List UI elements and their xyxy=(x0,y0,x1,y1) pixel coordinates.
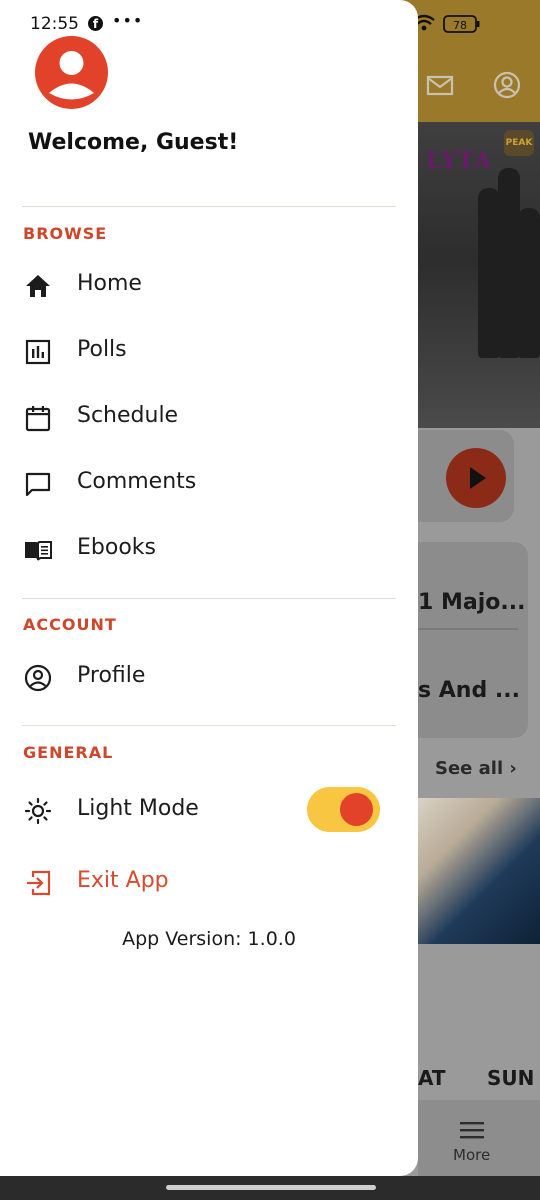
calendar-icon xyxy=(25,406,51,432)
status-time: 12:55 xyxy=(30,14,79,34)
poll-icon xyxy=(25,339,51,365)
book-icon xyxy=(25,541,52,561)
comment-icon xyxy=(25,472,51,497)
nav-item-light-mode[interactable]: Light Mode xyxy=(0,783,300,839)
play-button[interactable] xyxy=(446,448,506,508)
home-indicator[interactable] xyxy=(166,1185,376,1190)
card-divider xyxy=(418,628,518,630)
battery-icon: 78 xyxy=(443,15,480,33)
divider xyxy=(22,598,396,599)
exit-icon xyxy=(27,870,51,896)
divider xyxy=(22,206,396,207)
nav-item-label: Ebooks xyxy=(77,535,156,560)
nav-item-schedule[interactable]: Schedule xyxy=(0,390,418,446)
more-notifications-icon: ••• xyxy=(112,11,144,30)
news-card[interactable] xyxy=(418,542,528,738)
nav-item-label: Exit App xyxy=(77,868,169,893)
hero-figure xyxy=(498,168,520,358)
section-browse: BROWSE xyxy=(23,224,108,243)
nav-item-label: Light Mode xyxy=(77,796,199,821)
menu-icon[interactable] xyxy=(458,1120,486,1140)
account-icon[interactable] xyxy=(492,70,522,100)
hero-figure xyxy=(518,208,540,358)
divider xyxy=(22,725,396,726)
nav-item-exit-app[interactable]: Exit App xyxy=(0,855,418,911)
nav-item-label: Profile xyxy=(77,663,146,688)
hero-text: LYTA xyxy=(426,148,493,174)
mail-icon[interactable] xyxy=(425,70,455,100)
light-mode-toggle[interactable] xyxy=(307,787,380,832)
day-sat[interactable]: AT xyxy=(418,1066,446,1090)
battery-level: 78 xyxy=(453,19,467,32)
see-all-link[interactable]: See all › xyxy=(435,758,517,779)
nav-item-label: Polls xyxy=(77,337,127,362)
sun-icon xyxy=(24,797,52,825)
nav-item-polls[interactable]: Polls xyxy=(0,324,418,380)
nav-item-comments[interactable]: Comments xyxy=(0,456,418,512)
welcome-text: Welcome, Guest! xyxy=(28,130,239,155)
feature-photo[interactable] xyxy=(418,798,540,944)
section-account: ACCOUNT xyxy=(23,615,117,634)
toggle-knob xyxy=(340,793,373,826)
avatar[interactable] xyxy=(35,36,108,109)
nav-item-label: Home xyxy=(77,271,142,296)
tab-more-label[interactable]: More xyxy=(453,1146,490,1164)
section-general: GENERAL xyxy=(23,743,114,762)
nav-item-home[interactable]: Home xyxy=(0,258,418,314)
profile-icon xyxy=(24,664,52,692)
navigation-drawer: 12:55 f ••• Welcome, Guest! BROWSE Home … xyxy=(0,0,418,1176)
nav-item-label: Comments xyxy=(77,469,197,494)
card-title[interactable]: s And ... xyxy=(418,678,520,703)
day-sun[interactable]: SUN xyxy=(487,1066,534,1090)
hero-figure xyxy=(478,188,500,358)
nav-item-profile[interactable]: Profile xyxy=(0,650,418,706)
hero-badge: PEAK xyxy=(504,130,534,156)
card-title[interactable]: 1 Majo... xyxy=(418,590,525,615)
hero-image[interactable]: LYTA PEAK xyxy=(418,122,540,428)
nav-item-label: Schedule xyxy=(77,403,179,428)
nav-item-ebooks[interactable]: Ebooks xyxy=(0,522,418,578)
facebook-icon: f xyxy=(88,16,103,31)
app-version: App Version: 1.0.0 xyxy=(122,928,296,950)
home-icon xyxy=(26,275,50,297)
